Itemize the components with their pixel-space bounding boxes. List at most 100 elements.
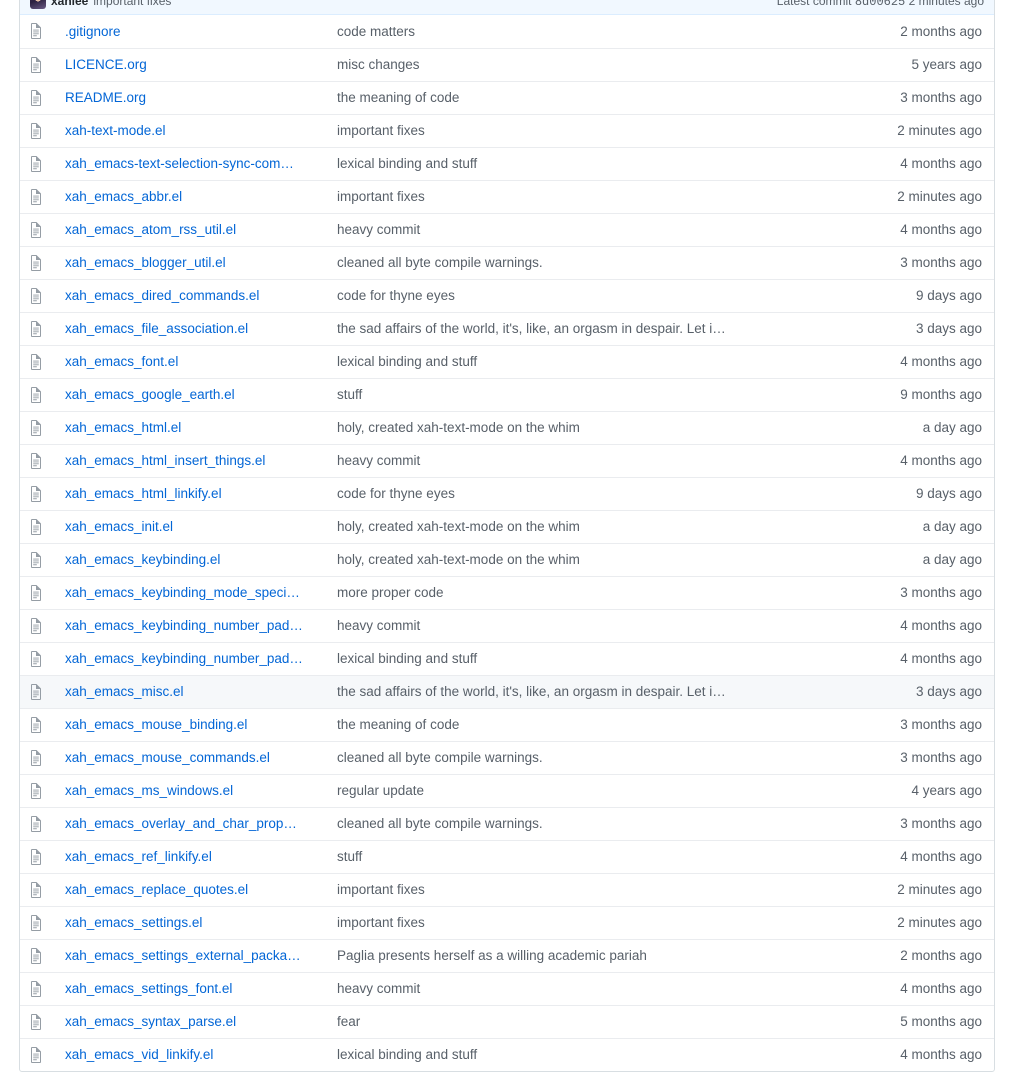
commit-message-link[interactable]: important fixes <box>337 915 802 930</box>
commit-message-link[interactable]: holy, created xah-text-mode on the whim <box>337 519 802 534</box>
commit-message-link[interactable]: the meaning of code <box>337 717 802 732</box>
commit-message-link[interactable]: code for thyne eyes <box>337 486 802 501</box>
commit-message-link[interactable]: regular update <box>337 783 802 798</box>
commit-message-link[interactable]: cleaned all byte compile warnings. <box>337 255 802 270</box>
table-row[interactable]: xah_emacs_html_linkify.el code for thyne … <box>20 477 994 510</box>
file-name-link[interactable]: xah_emacs_init.el <box>65 519 317 534</box>
commit-message-link[interactable]: Paglia presents herself as a willing aca… <box>337 948 802 963</box>
commit-message-link[interactable]: holy, created xah-text-mode on the whim <box>337 420 802 435</box>
table-row[interactable]: xah_emacs_font.el lexical binding and stu… <box>20 345 994 378</box>
commit-message-link[interactable]: heavy commit <box>337 981 802 996</box>
commit-message-link[interactable]: fear <box>337 1014 802 1029</box>
table-row[interactable]: xah_emacs_blogger_util.el cleaned all byt… <box>20 246 994 279</box>
file-name-link[interactable]: xah_emacs_atom_rss_util.el <box>65 222 317 237</box>
table-row[interactable]: xah_emacs_mouse_binding.el the meaning of… <box>20 708 994 741</box>
commit-message-link[interactable]: the sad affairs of the world, it's, like… <box>337 321 802 336</box>
commit-message-link[interactable]: heavy commit <box>337 618 802 633</box>
file-name-link[interactable]: xah_emacs_keybinding_number_pad… <box>65 618 317 633</box>
table-row[interactable]: xah_emacs_overlay_and_char_prop… cleaned … <box>20 807 994 840</box>
commit-message-link[interactable]: code matters <box>337 24 802 39</box>
table-row[interactable]: xah_emacs_misc.el the sad affairs of the … <box>20 675 994 708</box>
commit-message-link[interactable]: holy, created xah-text-mode on the whim <box>337 552 802 567</box>
table-row[interactable]: xah_emacs_settings_font.el heavy commit 4 … <box>20 972 994 1005</box>
commit-message-link[interactable]: cleaned all byte compile warnings. <box>337 750 802 765</box>
table-row[interactable]: xah_emacs_dired_commands.el code for thyn… <box>20 279 994 312</box>
commit-message-link[interactable]: lexical binding and stuff <box>337 651 802 666</box>
table-row[interactable]: xah_emacs_keybinding.el holy, created xah… <box>20 543 994 576</box>
table-row[interactable]: xah_emacs_ref_linkify.el stuff 4 months ag… <box>20 840 994 873</box>
table-row[interactable]: .gitignore code matters 2 months ago <box>20 15 994 48</box>
table-row[interactable]: xah_emacs_keybinding_number_pad… lexical … <box>20 642 994 675</box>
commit-message-link[interactable]: lexical binding and stuff <box>337 1047 802 1062</box>
file-name-link[interactable]: xah_emacs_abbr.el <box>65 189 317 204</box>
table-row[interactable]: xah_emacs_syntax_parse.el fear 5 months ag… <box>20 1005 994 1038</box>
table-row[interactable]: xah_emacs_keybinding_number_pad… heavy co… <box>20 609 994 642</box>
commit-message-link[interactable]: more proper code <box>337 585 802 600</box>
commit-message-link[interactable]: misc changes <box>337 57 802 72</box>
table-row[interactable]: LICENCE.org misc changes 5 years ago <box>20 48 994 81</box>
file-name-link[interactable]: xah_emacs_mouse_binding.el <box>65 717 317 732</box>
file-name-link[interactable]: .gitignore <box>65 24 317 39</box>
commit-message-link[interactable]: the sad affairs of the world, it's, like… <box>337 684 802 699</box>
file-name-link[interactable]: xah_emacs_overlay_and_char_prop… <box>65 816 317 831</box>
file-name-link[interactable]: xah_emacs_settings_font.el <box>65 981 317 996</box>
user-avatar[interactable] <box>30 0 46 9</box>
table-row[interactable]: xah_emacs_ms_windows.el regular update 4 y… <box>20 774 994 807</box>
table-row[interactable]: xah_emacs_mouse_commands.el cleaned all b… <box>20 741 994 774</box>
file-name-link[interactable]: xah_emacs_dired_commands.el <box>65 288 317 303</box>
file-name-link[interactable]: xah_emacs_settings.el <box>65 915 317 930</box>
file-name-link[interactable]: xah_emacs_settings_external_packa… <box>65 948 317 963</box>
file-name-link[interactable]: xah_emacs_html_insert_things.el <box>65 453 317 468</box>
commit-author-name[interactable]: xahlee <box>51 0 88 8</box>
commit-message-link[interactable]: code for thyne eyes <box>337 288 802 303</box>
commit-message-link[interactable]: stuff <box>337 849 802 864</box>
file-name-link[interactable]: xah_emacs_file_association.el <box>65 321 317 336</box>
file-name-link[interactable]: xah_emacs_mouse_commands.el <box>65 750 317 765</box>
file-name-link[interactable]: xah_emacs_misc.el <box>65 684 317 699</box>
file-name-link[interactable]: xah_emacs_google_earth.el <box>65 387 317 402</box>
file-name-link[interactable]: xah_emacs_keybinding_number_pad… <box>65 651 317 666</box>
table-row[interactable]: README.org the meaning of code 3 months ag… <box>20 81 994 114</box>
commit-message-link[interactable]: important fixes <box>337 189 802 204</box>
file-name-link[interactable]: LICENCE.org <box>65 57 317 72</box>
table-row[interactable]: xah_emacs_keybinding_mode_speci… more pro… <box>20 576 994 609</box>
table-row[interactable]: xah_emacs_html.el holy, created xah-text-… <box>20 411 994 444</box>
commit-message-link[interactable]: stuff <box>337 387 802 402</box>
table-row[interactable]: xah_emacs_abbr.el important fixes 2 minute… <box>20 180 994 213</box>
commit-message-link[interactable]: lexical binding and stuff <box>337 354 802 369</box>
file-name-link[interactable]: xah-text-mode.el <box>65 123 317 138</box>
file-name-link[interactable]: README.org <box>65 90 317 105</box>
commit-message-link[interactable]: the meaning of code <box>337 90 802 105</box>
table-row[interactable]: xah_emacs_google_earth.el stuff 9 months a… <box>20 378 994 411</box>
table-row[interactable]: xah_emacs_settings.el important fixes 2 mi… <box>20 906 994 939</box>
file-name-link[interactable]: xah_emacs_ms_windows.el <box>65 783 317 798</box>
commit-message-link[interactable]: lexical binding and stuff <box>337 156 802 171</box>
table-row[interactable]: xah_emacs_file_association.el the sad aff… <box>20 312 994 345</box>
commit-message-link[interactable]: heavy commit <box>337 453 802 468</box>
commit-message-link[interactable]: important fixes <box>337 882 802 897</box>
file-name-link[interactable]: xah_emacs_replace_quotes.el <box>65 882 317 897</box>
table-row[interactable]: xah_emacs_init.el holy, created xah-text-… <box>20 510 994 543</box>
commit-message-link[interactable]: cleaned all byte compile warnings. <box>337 816 802 831</box>
file-name-link[interactable]: xah_emacs_html_linkify.el <box>65 486 317 501</box>
file-name-link[interactable]: xah_emacs_vid_linkify.el <box>65 1047 317 1062</box>
file-name-link[interactable]: xah_emacs_keybinding_mode_speci… <box>65 585 317 600</box>
table-row[interactable]: xah_emacs_replace_quotes.el important fix… <box>20 873 994 906</box>
file-name-link[interactable]: xah_emacs_html.el <box>65 420 317 435</box>
file-name-link[interactable]: xah_emacs_font.el <box>65 354 317 369</box>
file-name-link[interactable]: xah_emacs-text-selection-sync-com… <box>65 156 317 171</box>
table-row[interactable]: xah_emacs_html_insert_things.el heavy com… <box>20 444 994 477</box>
file-name-link[interactable]: xah_emacs_keybinding.el <box>65 552 317 567</box>
table-row[interactable]: xah-text-mode.el important fixes 2 minutes… <box>20 114 994 147</box>
file-name-link[interactable]: xah_emacs_syntax_parse.el <box>65 1014 317 1029</box>
commit-message-link[interactable]: heavy commit <box>337 222 802 237</box>
file-name-link[interactable]: xah_emacs_ref_linkify.el <box>65 849 317 864</box>
table-row[interactable]: xah_emacs_atom_rss_util.el heavy commit 4 … <box>20 213 994 246</box>
commit-message-link[interactable]: important fixes <box>337 123 802 138</box>
table-row[interactable]: xah_emacs-text-selection-sync-com… lexica… <box>20 147 994 180</box>
table-row[interactable]: xah_emacs_settings_external_packa… Paglia… <box>20 939 994 972</box>
commit-message[interactable]: important fixes <box>93 0 171 8</box>
commit-sha[interactable]: 8d00625 <box>855 0 905 9</box>
file-name-link[interactable]: xah_emacs_blogger_util.el <box>65 255 317 270</box>
table-row[interactable]: xah_emacs_vid_linkify.el lexical binding … <box>20 1038 994 1071</box>
